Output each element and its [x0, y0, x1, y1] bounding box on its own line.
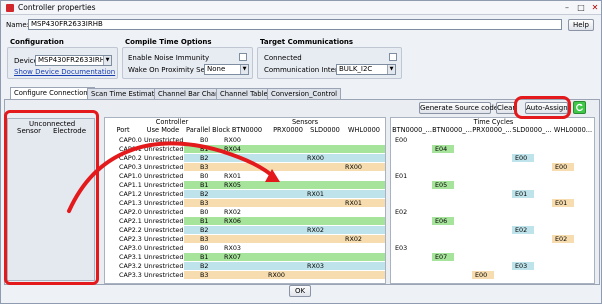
drag-arrow-annotation: [67, 141, 280, 213]
controller-properties-window: Controller properties – □ ✕ Name: MSP430…: [0, 0, 602, 304]
